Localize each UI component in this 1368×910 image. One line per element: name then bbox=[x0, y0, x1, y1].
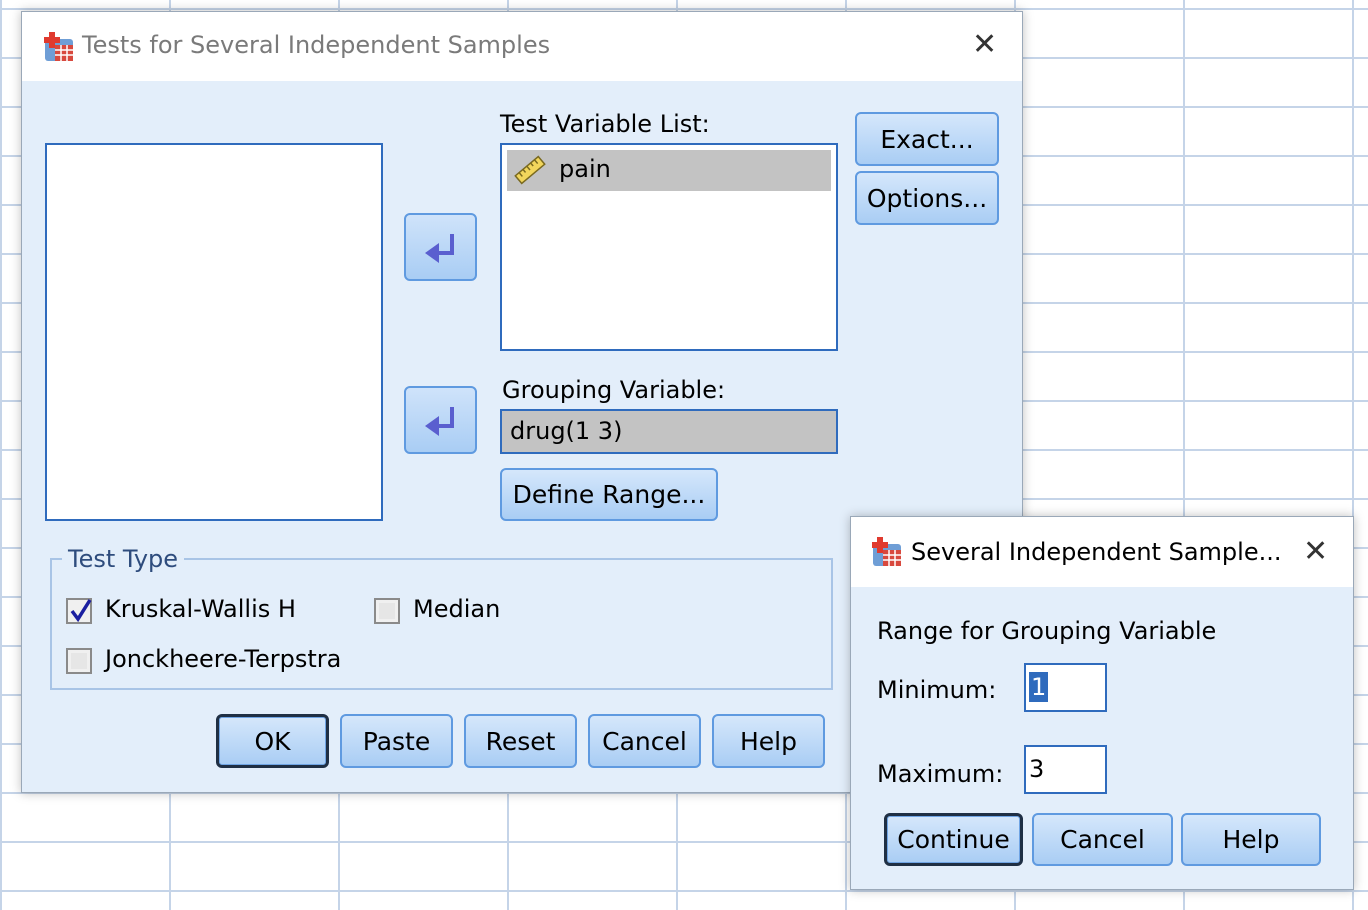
paste-button[interactable]: Paste bbox=[340, 714, 453, 768]
help-button[interactable]: Help bbox=[1181, 813, 1321, 866]
median-label[interactable]: Median bbox=[413, 595, 500, 623]
spss-app-icon bbox=[872, 537, 901, 566]
range-dialog-title: Several Independent Sample... bbox=[911, 538, 1282, 566]
range-dialog-titlebar[interactable]: Several Independent Sample... ✕ bbox=[851, 517, 1353, 587]
reset-button[interactable]: Reset bbox=[464, 714, 577, 768]
define-range-button[interactable]: Define Range... bbox=[500, 468, 718, 521]
kruskal-wallis-checkbox[interactable] bbox=[66, 598, 92, 624]
move-test-variable-button[interactable] bbox=[404, 213, 477, 281]
ok-button[interactable]: OK bbox=[216, 714, 329, 768]
minimum-label: Minimum: bbox=[877, 676, 997, 704]
jonckheere-terpstra-checkbox[interactable] bbox=[66, 648, 92, 674]
checkmark-icon bbox=[70, 599, 92, 623]
minimum-value: 1 bbox=[1029, 672, 1049, 702]
list-item[interactable]: pain bbox=[507, 150, 831, 191]
exact-button[interactable]: Exact... bbox=[855, 112, 999, 166]
test-variable-list-label: Test Variable List: bbox=[500, 110, 710, 138]
continue-button[interactable]: Continue bbox=[884, 813, 1023, 866]
test-type-legend: Test Type bbox=[62, 545, 185, 573]
arrow-left-icon bbox=[425, 234, 454, 263]
maximum-label: Maximum: bbox=[877, 760, 1004, 788]
range-heading: Range for Grouping Variable bbox=[877, 617, 1217, 645]
kruskal-wallis-label[interactable]: Kruskal-Wallis H bbox=[105, 595, 296, 623]
spss-app-icon bbox=[44, 32, 73, 61]
main-dialog-titlebar[interactable]: Tests for Several Independent Samples ✕ bbox=[22, 12, 1022, 81]
source-variable-list[interactable] bbox=[45, 143, 383, 521]
test-variable-name: pain bbox=[559, 155, 611, 183]
move-grouping-variable-button[interactable] bbox=[404, 386, 477, 454]
options-button[interactable]: Options... bbox=[855, 171, 999, 225]
minimum-field[interactable]: 1 bbox=[1024, 663, 1107, 712]
median-checkbox[interactable] bbox=[374, 598, 400, 624]
cancel-button[interactable]: Cancel bbox=[588, 714, 701, 768]
help-button[interactable]: Help bbox=[712, 714, 825, 768]
grouping-variable-label: Grouping Variable: bbox=[502, 376, 726, 404]
jonckheere-terpstra-label[interactable]: Jonckheere-Terpstra bbox=[105, 645, 341, 673]
test-variable-list[interactable]: pain bbox=[500, 143, 838, 351]
grouping-variable-field[interactable]: drug(1 3) bbox=[500, 409, 838, 454]
arrow-left-icon bbox=[425, 407, 454, 436]
main-dialog-title: Tests for Several Independent Samples bbox=[82, 31, 551, 59]
close-icon[interactable]: ✕ bbox=[972, 30, 997, 60]
maximum-field[interactable]: 3 bbox=[1024, 745, 1107, 794]
ruler-icon bbox=[514, 155, 546, 185]
cancel-button[interactable]: Cancel bbox=[1032, 813, 1173, 866]
close-icon[interactable]: ✕ bbox=[1303, 537, 1328, 567]
define-range-dialog: Several Independent Sample... ✕ Range fo… bbox=[850, 516, 1354, 890]
